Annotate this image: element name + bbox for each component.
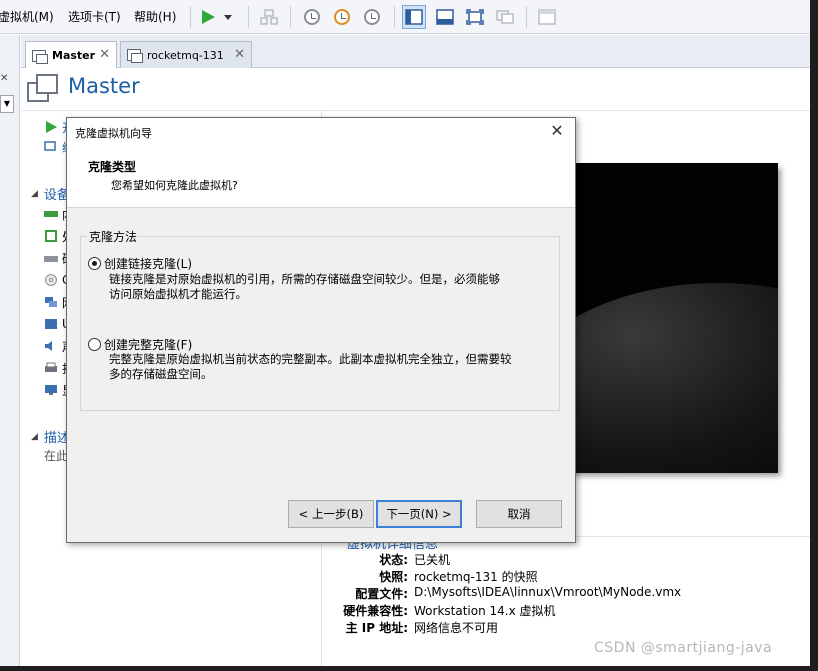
tab-master[interactable]: Master ✕	[25, 41, 117, 69]
detail-key: 硬件兼容性:	[343, 604, 408, 618]
collapse-icon: ◢	[31, 431, 38, 442]
watermark: CSDN @smartjiang-java	[594, 640, 773, 656]
detail-row-snapshot: 快照: rocketmq-131 的快照	[330, 568, 538, 585]
close-tab-icon[interactable]: ✕	[99, 47, 110, 62]
vmware-window: 虚拟机(M) 选项卡(T) 帮助(H) ✕ ▼ Master ✕ rocketm…	[0, 0, 810, 666]
dialog-step-subtitle: 您希望如何克隆此虚拟机?	[111, 179, 238, 192]
description-line: 访问原始虚拟机才能运行。	[109, 287, 247, 301]
collapse-icon: ◢	[31, 188, 38, 199]
description-line: 多的存储磁盘空间。	[109, 367, 213, 381]
unity-icon[interactable]	[493, 5, 517, 29]
description-line: 完整克隆是原始虚拟机当前状态的完整副本。此副本虚拟机完全独立，但需要较	[109, 352, 512, 366]
revert-snapshot-icon[interactable]	[330, 5, 354, 29]
vm-title: Master	[68, 74, 140, 98]
library-panel: ✕ ▼	[0, 35, 20, 666]
vm-icon	[32, 49, 48, 64]
vm-large-icon	[27, 74, 59, 104]
menu-vm[interactable]: 虚拟机(M)	[0, 8, 54, 25]
detail-value: Workstation 14.x 虚拟机	[414, 604, 556, 618]
toolbar-separator	[248, 6, 249, 28]
usb-icon	[45, 319, 57, 329]
play-icon	[46, 121, 57, 133]
cpu-icon	[45, 230, 57, 242]
radio-unselected-icon[interactable]	[88, 338, 101, 351]
detail-key: 配置文件:	[355, 587, 408, 601]
menu-tabs[interactable]: 选项卡(T)	[68, 8, 121, 25]
back-button[interactable]: < 上一步(B)	[288, 500, 374, 528]
library-close-icon[interactable]: ✕	[0, 73, 14, 87]
detail-key: 快照:	[379, 570, 408, 584]
detail-value: rocketmq-131 的快照	[414, 570, 538, 584]
radio-selected-icon[interactable]	[88, 257, 101, 270]
clone-vm-wizard-dialog: 克隆虚拟机向导 ✕ 克隆类型 您希望如何克隆此虚拟机? 克隆方法 创建链接克隆(…	[66, 117, 576, 543]
cancel-button[interactable]: 取消	[476, 500, 562, 528]
screen-reflection	[548, 283, 778, 473]
detail-row-config-file: 配置文件: D:\Mysofts\IDEA\linnux\Vmroot\MyNod…	[330, 585, 681, 602]
detail-row-status: 状态: 已关机	[330, 551, 450, 568]
printer-icon	[45, 362, 57, 372]
hard-disk-icon	[44, 256, 58, 262]
detail-row-compatibility: 硬件兼容性: Workstation 14.x 虚拟机	[330, 602, 556, 619]
take-snapshot-icon[interactable]	[300, 5, 324, 29]
display-icon	[45, 385, 57, 395]
full-clone-label: 创建完整克隆(F)	[104, 338, 193, 352]
vm-icon	[127, 49, 143, 63]
detail-key: 主 IP 地址:	[345, 621, 408, 635]
toolbar-separator	[526, 6, 527, 28]
cd-icon	[45, 274, 57, 286]
tab-label: Master	[52, 49, 96, 62]
full-clone-option[interactable]: 创建完整克隆(F)	[88, 336, 192, 353]
toolbar-separator	[394, 6, 395, 28]
toolbar-separator	[190, 6, 191, 28]
dialog-titlebar[interactable]: 克隆虚拟机向导 ✕	[67, 118, 575, 146]
toolbar-separator	[290, 6, 291, 28]
detail-value: 网络信息不可用	[414, 621, 499, 635]
full-screen-icon[interactable]	[463, 5, 487, 29]
tab-rocketmq-131[interactable]: rocketmq-131 ✕	[120, 41, 252, 68]
console-view-icon[interactable]	[535, 5, 559, 29]
library-dropdown[interactable]: ▼	[0, 95, 14, 113]
linked-clone-label: 创建链接克隆(L)	[104, 257, 193, 271]
detail-row-ip-address: 主 IP 地址: 网络信息不可用	[330, 619, 498, 636]
network-icon	[45, 297, 57, 307]
full-clone-description: 完整克隆是原始虚拟机当前状态的完整副本。此副本虚拟机完全独立，但需要较 多的存储…	[109, 352, 549, 382]
dialog-title: 克隆虚拟机向导	[75, 127, 152, 140]
description-section[interactable]: ◢ 描述	[31, 427, 70, 446]
next-button[interactable]: 下一页(N) >	[376, 500, 462, 528]
settings-icon	[44, 141, 56, 151]
tab-label: rocketmq-131	[147, 48, 224, 62]
detail-value: 已关机	[414, 553, 451, 567]
tab-bar: Master ✕ rocketmq-131 ✕	[21, 35, 810, 69]
linked-clone-description: 链接克隆是对原始虚拟机的引用，所需的存储磁盘空间较少。但是，必须能够 访问原始虚…	[109, 272, 549, 302]
linked-clone-option[interactable]: 创建链接克隆(L)	[88, 255, 192, 272]
detail-key: 状态:	[379, 553, 408, 567]
detail-value: D:\Mysofts\IDEA\linnux\Vmroot\MyNode.vmx	[414, 585, 682, 599]
send-ctrl-alt-del-icon[interactable]	[257, 5, 281, 29]
description-placeholder[interactable]: 在此	[44, 446, 68, 464]
power-on-icon[interactable]	[196, 5, 220, 29]
description-line: 链接克隆是对原始虚拟机的引用，所需的存储磁盘空间较少。但是，必须能够	[109, 272, 500, 286]
power-dropdown-icon[interactable]	[220, 5, 236, 29]
snapshot-manager-icon[interactable]	[360, 5, 384, 29]
menu-help[interactable]: 帮助(H)	[134, 8, 176, 25]
close-tab-icon[interactable]: ✕	[234, 47, 245, 62]
memory-icon	[44, 211, 58, 217]
show-library-icon[interactable]	[402, 5, 426, 29]
devices-section[interactable]: ◢ 设备	[31, 184, 70, 203]
clone-method-label: 克隆方法	[87, 228, 140, 245]
vm-header: Master	[21, 68, 810, 111]
speaker-icon	[45, 341, 52, 351]
thumbnail-bar-icon[interactable]	[433, 5, 457, 29]
vm-screen-thumbnail[interactable]	[548, 163, 778, 473]
close-icon[interactable]: ✕	[547, 121, 567, 141]
dialog-header: 克隆类型 您希望如何克隆此虚拟机?	[67, 146, 575, 208]
dialog-step-title: 克隆类型	[88, 160, 137, 174]
menubar: 虚拟机(M) 选项卡(T) 帮助(H)	[0, 0, 810, 34]
